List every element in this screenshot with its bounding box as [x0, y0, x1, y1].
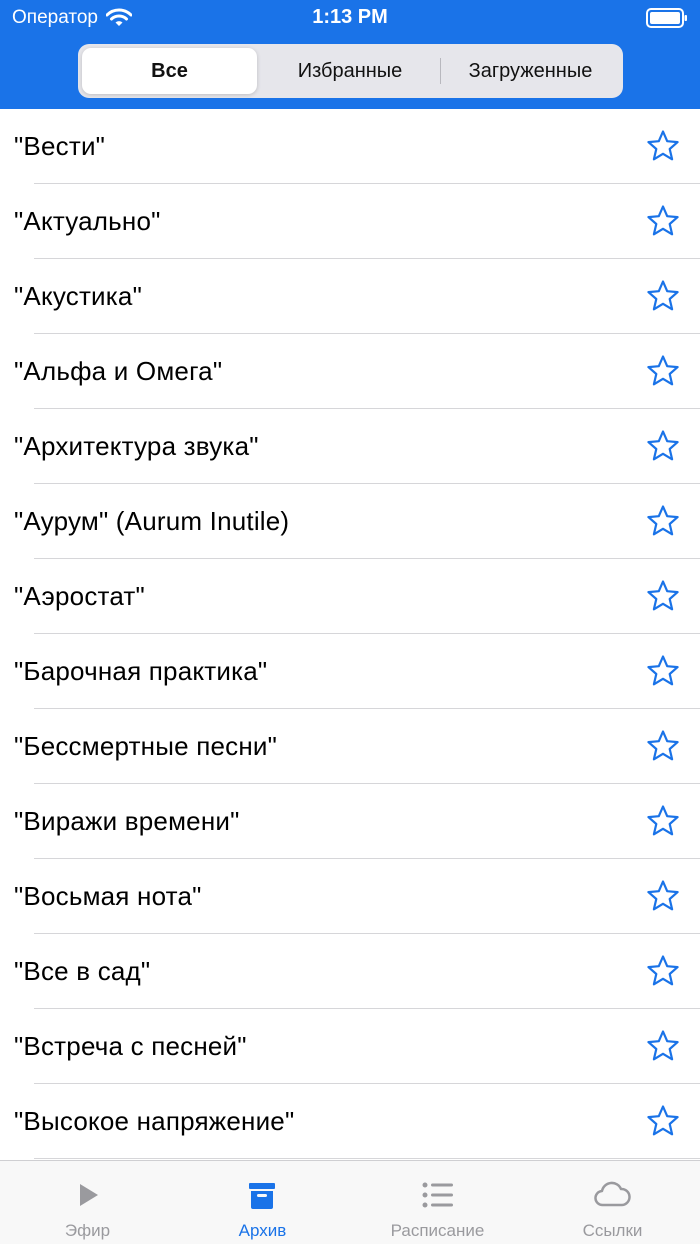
list-item[interactable]: "Актуально" [0, 184, 700, 259]
program-title: "Все в сад" [14, 956, 151, 986]
favorite-star-icon[interactable] [646, 204, 680, 238]
tab-schedule[interactable]: Расписание [350, 1161, 525, 1244]
list-item[interactable]: "Встреча с песней" [0, 1009, 700, 1084]
program-title: "Вести" [14, 131, 106, 161]
favorite-star-icon[interactable] [646, 1104, 680, 1138]
program-title: "Аурум" (Aurum Inutile) [14, 506, 290, 536]
filter-segmented-control[interactable]: Все Избранные Загруженные [78, 44, 623, 98]
favorite-star-icon[interactable] [646, 429, 680, 463]
tab-archive[interactable]: Архив [175, 1161, 350, 1244]
play-icon [80, 1184, 98, 1206]
program-title: "Альфа и Омега" [14, 356, 223, 386]
list-icon [422, 1182, 453, 1208]
list-item[interactable]: "Аэростат" [0, 559, 700, 634]
segment-favorites[interactable]: Избранные [260, 48, 440, 94]
tab-label: Расписание [390, 1221, 485, 1240]
list-item[interactable]: "Все в сад" [0, 934, 700, 1009]
tab-label: Эфир [64, 1221, 111, 1240]
tab-label: Ссылки [582, 1221, 643, 1240]
favorite-star-icon[interactable] [646, 354, 680, 388]
favorite-star-icon[interactable] [646, 954, 680, 988]
cloud-icon [594, 1181, 631, 1207]
favorite-star-icon[interactable] [646, 279, 680, 313]
program-title: "Актуально" [14, 206, 161, 236]
tab-links[interactable]: Ссылки [525, 1161, 700, 1244]
program-title: "Акустика" [14, 281, 143, 311]
battery-icon [646, 8, 687, 28]
list-item[interactable]: "Альфа и Омега" [0, 334, 700, 409]
list-item[interactable]: "Виражи времени" [0, 784, 700, 859]
navigation-header: Оператор 1:13 PM Все Избранные Загруженн… [0, 0, 700, 109]
status-bar: Оператор 1:13 PM [0, 0, 700, 36]
status-time: 1:13 PM [312, 6, 388, 28]
list-item[interactable]: "Высокое напряжение" [0, 1084, 700, 1159]
archive-box-icon [249, 1183, 275, 1209]
list-item[interactable]: "Восьмая нота" [0, 859, 700, 934]
program-title: "Восьмая нота" [14, 881, 202, 911]
list-item[interactable]: "Бессмертные песни" [0, 709, 700, 784]
favorite-star-icon[interactable] [646, 1029, 680, 1063]
favorite-star-icon[interactable] [646, 729, 680, 763]
program-title: "Архитектура звука" [14, 431, 259, 461]
favorite-star-icon[interactable] [646, 579, 680, 613]
program-title: "Виражи времени" [14, 806, 240, 836]
favorite-star-icon[interactable] [646, 504, 680, 538]
favorite-star-icon[interactable] [646, 804, 680, 838]
list-item[interactable]: "Акустика" [0, 259, 700, 334]
program-title: "Барочная практика" [14, 656, 268, 686]
tab-label: Архив [238, 1221, 287, 1240]
favorite-star-icon[interactable] [646, 654, 680, 688]
tab-live[interactable]: Эфир [0, 1161, 175, 1244]
program-title: "Встреча с песней" [14, 1031, 247, 1061]
list-item[interactable]: "Аурум" (Aurum Inutile) [0, 484, 700, 559]
program-title: "Высокое напряжение" [14, 1106, 295, 1136]
list-item[interactable]: "Архитектура звука" [0, 409, 700, 484]
program-list[interactable]: "Вести" "Актуально" "Акустика" "Альфа и Оме… [0, 109, 700, 1160]
program-title: "Аэростат" [14, 581, 145, 611]
tab-bar: Эфир Архив Расписание Ссылки [0, 1160, 700, 1244]
segment-divider [440, 58, 441, 84]
program-title: "Бессмертные песни" [14, 731, 278, 761]
segment-downloaded[interactable]: Загруженные [442, 48, 619, 94]
favorite-star-icon[interactable] [646, 129, 680, 163]
list-item[interactable]: "Вести" [0, 109, 700, 184]
segment-all[interactable]: Все [82, 48, 257, 94]
favorite-star-icon[interactable] [646, 879, 680, 913]
list-item[interactable]: "Барочная практика" [0, 634, 700, 709]
